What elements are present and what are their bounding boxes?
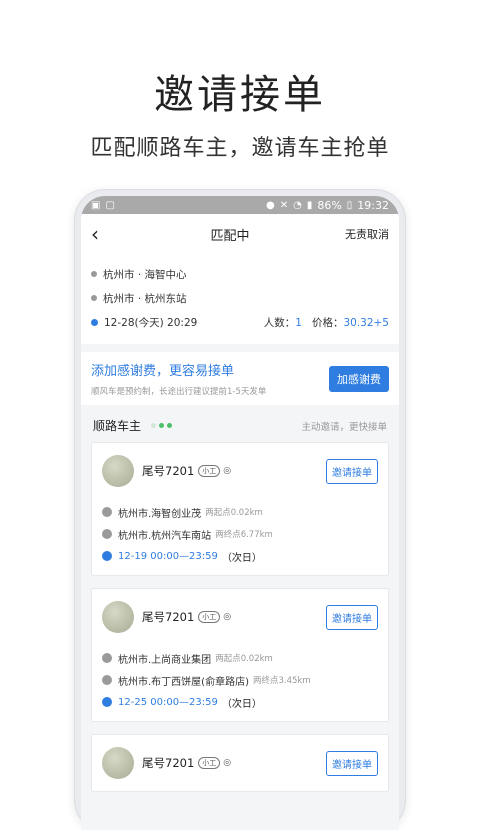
page-title: 匹配中 xyxy=(210,228,250,244)
driver-time: 12-19 00:00—23:59 （次日） xyxy=(102,545,378,567)
end-dot-icon xyxy=(91,295,97,301)
invite-button[interactable]: 邀请接单 xyxy=(326,750,378,776)
driver-time: 12-25 00:00—23:59 （次日） xyxy=(102,691,378,713)
image-icon: ▣ xyxy=(91,199,101,211)
people-count: 人数：1 xyxy=(263,316,302,329)
driver-card: 尾号7201 小工 ◎ 邀请接单 杭州市.上尚商业集团 两起点0.02km 杭州… xyxy=(91,588,389,722)
driver-name: 尾号7201 xyxy=(142,464,195,478)
route-time: 12-28(今天) 20:29 xyxy=(104,316,198,329)
thanks-fee-panel: 添加感谢费，更容易接单 顺风车是预约制，长途出行建议提前1-5天发单 加感谢费 xyxy=(81,352,399,405)
driver-end: 杭州市.杭州汽车南站 两终点6.77km xyxy=(102,523,378,545)
start-icon xyxy=(102,507,112,517)
signal-icon: ▮ xyxy=(306,199,313,211)
end-icon xyxy=(102,675,112,685)
driver-tag: 小工 xyxy=(198,465,221,477)
cancel-button[interactable]: 无责取消 xyxy=(329,226,389,242)
phone-frame: ▣ ▢ ● ✕ ◔ ▮ 86% ▯ 19:32 ‹ 匹配中 无责取消 杭州市 ·… xyxy=(75,190,405,830)
driver-card: 尾号7201 小工 ◎ 邀请接单 xyxy=(91,734,389,792)
thanks-fee-title: 添加感谢费，更容易接单 xyxy=(91,364,235,379)
verified-icon: ◎ xyxy=(223,758,232,768)
loading-dots-icon xyxy=(151,423,173,428)
back-button[interactable]: ‹ xyxy=(91,222,131,246)
driver-name: 尾号7201 xyxy=(142,610,195,624)
clock: 19:32 xyxy=(357,198,389,212)
route-start: 杭州市 · 海智中心 xyxy=(91,262,389,286)
start-icon xyxy=(102,653,112,663)
status-bar: ▣ ▢ ● ✕ ◔ ▮ 86% ▯ 19:32 xyxy=(81,196,399,214)
route-time-row: 12-28(今天) 20:29 人数：1 价格：30.32+5 xyxy=(91,310,389,334)
promo-headline: 邀请接单 xyxy=(154,72,326,118)
route-summary: 杭州市 · 海智中心 杭州市 · 杭州东站 12-28(今天) 20:29 人数… xyxy=(81,254,399,344)
thanks-fee-subtitle: 顺风车是预约制，长途出行建议提前1-5天发单 xyxy=(91,387,267,397)
battery-icon: ▯ xyxy=(346,199,353,211)
driver-start: 杭州市.上尚商业集团 两起点0.02km xyxy=(102,647,378,669)
verified-icon: ◎ xyxy=(223,612,232,622)
start-dot-icon xyxy=(91,271,97,277)
route-end: 杭州市 · 杭州东站 xyxy=(91,286,389,310)
end-icon xyxy=(102,529,112,539)
clock-icon xyxy=(102,697,112,707)
route-meta: 人数：1 价格：30.32+5 xyxy=(264,315,389,330)
wifi-icon: ◔ xyxy=(293,199,302,211)
avatar xyxy=(102,747,134,779)
driver-list-hint: 主动邀请，更快接单 xyxy=(301,421,387,433)
avatar xyxy=(102,455,134,487)
nav-bar: ‹ 匹配中 无责取消 xyxy=(81,214,399,254)
invite-button[interactable]: 邀请接单 xyxy=(326,458,378,484)
driver-end: 杭州市.布丁西饼屋(俞章路店) 两终点3.45km xyxy=(102,669,378,691)
notification-icon: ▢ xyxy=(105,199,115,211)
location-icon: ● xyxy=(265,199,275,211)
mute-icon: ✕ xyxy=(279,199,289,211)
price: 价格：30.32+5 xyxy=(311,316,389,329)
clock-icon xyxy=(102,551,112,561)
driver-start: 杭州市.海智创业茂 两起点0.02km xyxy=(102,501,378,523)
driver-tag: 小工 xyxy=(198,611,221,623)
invite-button[interactable]: 邀请接单 xyxy=(326,604,378,630)
phone-screen: ▣ ▢ ● ✕ ◔ ▮ 86% ▯ 19:32 ‹ 匹配中 无责取消 杭州市 ·… xyxy=(81,196,399,830)
avatar xyxy=(102,601,134,633)
driver-list-header: 顺路车主 主动邀请，更快接单 xyxy=(81,405,399,442)
driver-list-title: 顺路车主 xyxy=(93,419,142,433)
route-start-label: 杭州市 · 海智中心 xyxy=(103,268,187,281)
battery-level: 86% xyxy=(317,198,342,212)
add-thanks-fee-button[interactable]: 加感谢费 xyxy=(329,365,389,392)
driver-tag: 小工 xyxy=(198,757,221,769)
driver-name: 尾号7201 xyxy=(142,756,195,770)
verified-icon: ◎ xyxy=(223,466,232,476)
route-end-label: 杭州市 · 杭州东站 xyxy=(103,292,187,305)
promo-subline: 匹配顺路车主，邀请车主抢单 xyxy=(90,136,390,161)
clock-icon xyxy=(91,318,98,326)
driver-card: 尾号7201 小工 ◎ 邀请接单 杭州市.海智创业茂 两起点0.02km 杭州市… xyxy=(91,442,389,576)
